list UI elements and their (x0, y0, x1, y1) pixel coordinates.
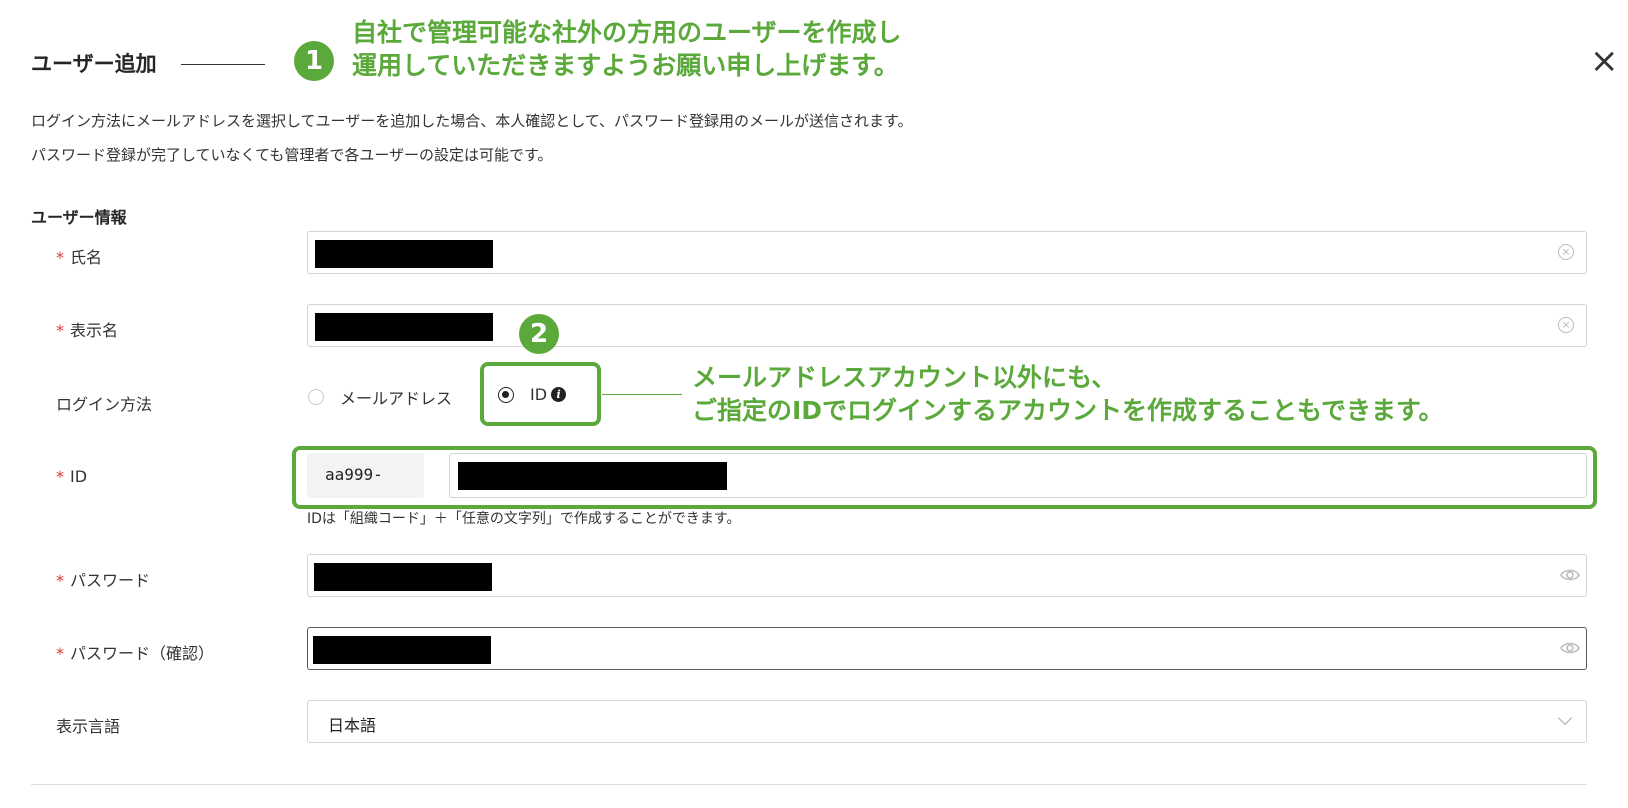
id-input[interactable] (449, 453, 1587, 498)
eye-icon[interactable] (1560, 640, 1580, 656)
login-method-label: ログイン方法 (56, 395, 153, 414)
annotation-callout-1: 自社で管理可能な社外の方用のユーザーを作成し 運用していただきますようお願い申し… (352, 16, 902, 82)
callout-2-line-1: メールアドレスアカウント以外にも、 (692, 363, 1117, 392)
language-label: 表示言語 (56, 717, 121, 736)
password-label: * パスワード (56, 571, 151, 590)
radio-id-label: ID (530, 385, 548, 404)
callout-1-line-1: 自社で管理可能な社外の方用のユーザーを作成し (352, 18, 902, 47)
required-mark: * (56, 321, 64, 340)
radio-email[interactable]: メールアドレス (308, 385, 452, 409)
eye-icon[interactable] (1560, 567, 1580, 583)
dialog-title: ユーザー追加 (31, 52, 157, 76)
display-name-input[interactable]: × (307, 304, 1587, 347)
language-selected-value: 日本語 (328, 716, 377, 735)
required-mark: * (56, 467, 64, 486)
clear-circle-icon[interactable]: × (1558, 244, 1574, 260)
radio-email-label: メールアドレス (340, 389, 453, 408)
id-hint: IDは「組織コード」＋「任意の文字列」で作成することができます。 (307, 511, 741, 527)
callout-1-line-2: 運用していただきますようお願い申し上げます。 (352, 51, 899, 80)
redacted-value (315, 313, 493, 341)
annotation-callout-2: メールアドレスアカウント以外にも、 ご指定のIDでログインするアカウントを作成す… (692, 361, 1444, 427)
password-confirm-input[interactable] (307, 627, 1587, 670)
language-select[interactable]: 日本語 (307, 700, 1587, 743)
full-name-input[interactable]: × (307, 231, 1587, 274)
full-name-label: * 氏名 (56, 248, 103, 267)
password-confirm-label: * パスワード（確認） (56, 644, 215, 663)
description-line-2: パスワード登録が完了していなくても管理者で各ユーザーの設定は可能です。 (31, 146, 553, 164)
required-mark: * (56, 571, 64, 590)
required-mark: * (56, 644, 64, 663)
password-input[interactable] (307, 554, 1587, 597)
required-mark: * (56, 248, 64, 267)
annotation-connector-line (602, 394, 682, 395)
annotation-badge-2: 2 (519, 314, 559, 354)
radio-id[interactable]: ID i (498, 385, 567, 404)
section-title-user-info: ユーザー情報 (31, 208, 127, 227)
redacted-value (313, 636, 491, 664)
radio-email-circle[interactable] (308, 389, 324, 405)
title-connector-line (181, 64, 265, 65)
radio-id-circle[interactable] (498, 386, 514, 403)
id-prefix: aa999- (307, 453, 424, 498)
callout-2-line-2: ご指定のIDでログインするアカウントを作成することもできます。 (692, 396, 1444, 425)
clear-circle-icon[interactable]: × (1558, 317, 1574, 333)
info-icon[interactable]: i (551, 387, 567, 402)
redacted-value (314, 563, 492, 591)
display-name-label: * 表示名 (56, 321, 119, 340)
footer-divider (31, 784, 1587, 785)
chevron-down-icon (1557, 710, 1573, 726)
description-line-1: ログイン方法にメールアドレスを選択してユーザーを追加した場合、本人確認として、パ… (31, 112, 913, 130)
id-label: * ID (56, 467, 88, 486)
annotation-badge-1: 1 (294, 41, 334, 81)
close-icon[interactable]: × (1590, 44, 1619, 78)
redacted-value (458, 462, 727, 490)
redacted-value (315, 240, 493, 268)
